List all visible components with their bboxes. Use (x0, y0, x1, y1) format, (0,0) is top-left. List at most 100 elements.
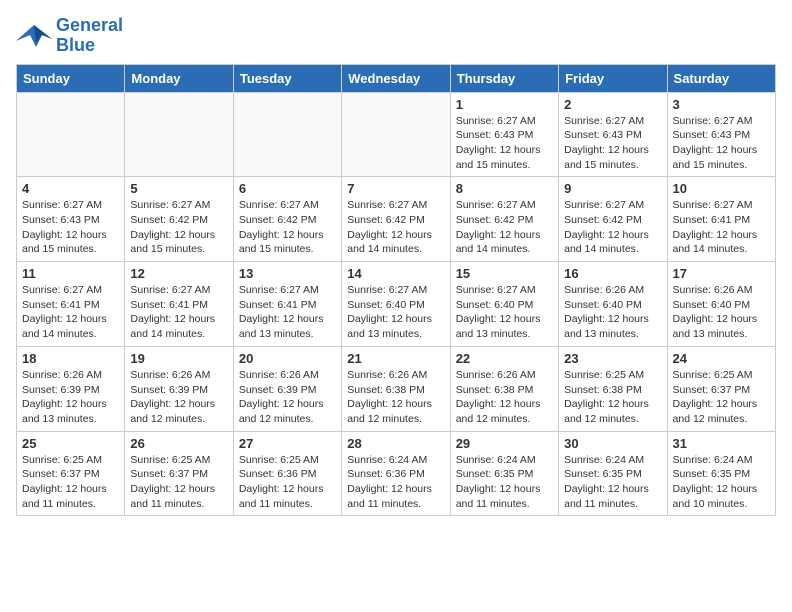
calendar-week-row-5: 25 Sunrise: 6:25 AM Sunset: 6:37 PM Dayli… (17, 431, 776, 516)
weekday-header-thursday: Thursday (450, 64, 558, 92)
logo-text: General Blue (56, 16, 123, 56)
day-number: 2 (564, 97, 661, 112)
calendar-week-row-3: 11 Sunrise: 6:27 AM Sunset: 6:41 PM Dayli… (17, 262, 776, 347)
calendar-header-row: SundayMondayTuesdayWednesdayThursdayFrid… (17, 64, 776, 92)
day-number: 18 (22, 351, 119, 366)
calendar-cell: 18Sunrise: 6:26 AM Sunset: 6:39 PM Dayli… (17, 346, 125, 431)
day-info: Sunrise: 6:26 AM Sunset: 6:40 PM Dayligh… (673, 283, 770, 342)
day-number: 13 (239, 266, 336, 281)
day-info: Sunrise: 6:26 AM Sunset: 6:40 PM Dayligh… (564, 283, 661, 342)
day-number: 24 (673, 351, 770, 366)
day-number: 28 (347, 436, 444, 451)
calendar-week-row-1: 1 Sunrise: 6:27 AM Sunset: 6:43 PM Daylig… (17, 92, 776, 177)
day-info: Sunrise: 6:27 AM Sunset: 6:42 PM Dayligh… (347, 198, 444, 257)
day-info: Sunrise: 6:24 AM Sunset: 6:35 PM Dayligh… (456, 453, 553, 512)
calendar-cell: 3 Sunrise: 6:27 AM Sunset: 6:43 PM Daylig… (667, 92, 775, 177)
day-number: 14 (347, 266, 444, 281)
day-number: 1 (456, 97, 553, 112)
day-number: 22 (456, 351, 553, 366)
day-info: Sunrise: 6:26 AM Sunset: 6:39 PM Dayligh… (130, 368, 227, 427)
day-info: Sunrise: 6:24 AM Sunset: 6:36 PM Dayligh… (347, 453, 444, 512)
day-info: Sunrise: 6:27 AM Sunset: 6:40 PM Dayligh… (347, 283, 444, 342)
weekday-header-sunday: Sunday (17, 64, 125, 92)
day-info: Sunrise: 6:25 AM Sunset: 6:37 PM Dayligh… (673, 368, 770, 427)
calendar-week-row-4: 18 Sunrise: 6:26 AM Sunset: 6:39 PM Dayli… (17, 346, 776, 431)
day-info: Sunrise: 6:26 AM Sunset: 6:38 PM Dayligh… (456, 368, 553, 427)
calendar-cell (125, 92, 233, 177)
day-info: Sunrise: 6:27 AM Sunset: 6:41 PM Dayligh… (22, 283, 119, 342)
calendar-cell: 10Sunrise: 6:27 AM Sunset: 6:41 PM Dayli… (667, 177, 775, 262)
day-number: 16 (564, 266, 661, 281)
day-number: 6 (239, 181, 336, 196)
calendar-cell: 31 Sunrise: 6:24 AM Sunset: 6:35 PM Dayli… (667, 431, 775, 516)
calendar-cell: 12Sunrise: 6:27 AM Sunset: 6:41 PM Dayli… (125, 262, 233, 347)
calendar-cell: 24 Sunrise: 6:25 AM Sunset: 6:37 PM Dayli… (667, 346, 775, 431)
calendar-cell: 13 Sunrise: 6:27 AM Sunset: 6:41 PM Dayli… (233, 262, 341, 347)
day-info: Sunrise: 6:27 AM Sunset: 6:42 PM Dayligh… (456, 198, 553, 257)
calendar-cell: 16 Sunrise: 6:26 AM Sunset: 6:40 PM Dayli… (559, 262, 667, 347)
day-info: Sunrise: 6:27 AM Sunset: 6:41 PM Dayligh… (130, 283, 227, 342)
day-info: Sunrise: 6:25 AM Sunset: 6:38 PM Dayligh… (564, 368, 661, 427)
day-info: Sunrise: 6:27 AM Sunset: 6:43 PM Dayligh… (673, 114, 770, 173)
calendar-cell: 1 Sunrise: 6:27 AM Sunset: 6:43 PM Daylig… (450, 92, 558, 177)
day-number: 31 (673, 436, 770, 451)
logo: General Blue (16, 16, 123, 56)
day-info: Sunrise: 6:27 AM Sunset: 6:42 PM Dayligh… (564, 198, 661, 257)
day-info: Sunrise: 6:27 AM Sunset: 6:43 PM Dayligh… (22, 198, 119, 257)
calendar-cell: 4 Sunrise: 6:27 AM Sunset: 6:43 PM Daylig… (17, 177, 125, 262)
calendar-cell: 5Sunrise: 6:27 AM Sunset: 6:42 PM Daylig… (125, 177, 233, 262)
calendar-cell: 25 Sunrise: 6:25 AM Sunset: 6:37 PM Dayli… (17, 431, 125, 516)
day-number: 21 (347, 351, 444, 366)
day-info: Sunrise: 6:25 AM Sunset: 6:36 PM Dayligh… (239, 453, 336, 512)
calendar-table: SundayMondayTuesdayWednesdayThursdayFrid… (16, 64, 776, 517)
day-info: Sunrise: 6:24 AM Sunset: 6:35 PM Dayligh… (564, 453, 661, 512)
day-number: 11 (22, 266, 119, 281)
calendar-cell: 15 Sunrise: 6:27 AM Sunset: 6:40 PM Dayli… (450, 262, 558, 347)
day-number: 25 (22, 436, 119, 451)
day-number: 26 (130, 436, 227, 451)
calendar-cell: 27 Sunrise: 6:25 AM Sunset: 6:36 PM Dayli… (233, 431, 341, 516)
day-info: Sunrise: 6:26 AM Sunset: 6:39 PM Dayligh… (239, 368, 336, 427)
day-info: Sunrise: 6:27 AM Sunset: 6:42 PM Dayligh… (130, 198, 227, 257)
calendar-cell: 26 Sunrise: 6:25 AM Sunset: 6:37 PM Dayli… (125, 431, 233, 516)
calendar-cell: 14 Sunrise: 6:27 AM Sunset: 6:40 PM Dayli… (342, 262, 450, 347)
calendar-cell: 6 Sunrise: 6:27 AM Sunset: 6:42 PM Daylig… (233, 177, 341, 262)
day-number: 9 (564, 181, 661, 196)
logo-icon (16, 21, 52, 51)
day-info: Sunrise: 6:25 AM Sunset: 6:37 PM Dayligh… (130, 453, 227, 512)
day-number: 7 (347, 181, 444, 196)
day-number: 27 (239, 436, 336, 451)
day-number: 4 (22, 181, 119, 196)
day-number: 20 (239, 351, 336, 366)
day-info: Sunrise: 6:27 AM Sunset: 6:40 PM Dayligh… (456, 283, 553, 342)
day-number: 19 (130, 351, 227, 366)
day-number: 3 (673, 97, 770, 112)
calendar-cell: 7 Sunrise: 6:27 AM Sunset: 6:42 PM Daylig… (342, 177, 450, 262)
weekday-header-saturday: Saturday (667, 64, 775, 92)
page-header: General Blue (16, 16, 776, 56)
day-info: Sunrise: 6:27 AM Sunset: 6:41 PM Dayligh… (239, 283, 336, 342)
calendar-cell: 2 Sunrise: 6:27 AM Sunset: 6:43 PM Daylig… (559, 92, 667, 177)
calendar-cell: 8 Sunrise: 6:27 AM Sunset: 6:42 PM Daylig… (450, 177, 558, 262)
day-number: 17 (673, 266, 770, 281)
day-info: Sunrise: 6:24 AM Sunset: 6:35 PM Dayligh… (673, 453, 770, 512)
day-info: Sunrise: 6:27 AM Sunset: 6:43 PM Dayligh… (564, 114, 661, 173)
calendar-cell: 19 Sunrise: 6:26 AM Sunset: 6:39 PM Dayli… (125, 346, 233, 431)
day-number: 8 (456, 181, 553, 196)
day-info: Sunrise: 6:27 AM Sunset: 6:42 PM Dayligh… (239, 198, 336, 257)
calendar-cell: 22 Sunrise: 6:26 AM Sunset: 6:38 PM Dayli… (450, 346, 558, 431)
calendar-cell: 28 Sunrise: 6:24 AM Sunset: 6:36 PM Dayli… (342, 431, 450, 516)
calendar-cell: 17 Sunrise: 6:26 AM Sunset: 6:40 PM Dayli… (667, 262, 775, 347)
calendar-cell: 20 Sunrise: 6:26 AM Sunset: 6:39 PM Dayli… (233, 346, 341, 431)
day-info: Sunrise: 6:27 AM Sunset: 6:43 PM Dayligh… (456, 114, 553, 173)
day-info: Sunrise: 6:27 AM Sunset: 6:41 PM Dayligh… (673, 198, 770, 257)
calendar-cell: 11 Sunrise: 6:27 AM Sunset: 6:41 PM Dayli… (17, 262, 125, 347)
day-info: Sunrise: 6:25 AM Sunset: 6:37 PM Dayligh… (22, 453, 119, 512)
calendar-cell: 21 Sunrise: 6:26 AM Sunset: 6:38 PM Dayli… (342, 346, 450, 431)
weekday-header-friday: Friday (559, 64, 667, 92)
calendar-cell (342, 92, 450, 177)
day-info: Sunrise: 6:26 AM Sunset: 6:38 PM Dayligh… (347, 368, 444, 427)
calendar-cell (233, 92, 341, 177)
day-number: 30 (564, 436, 661, 451)
day-number: 15 (456, 266, 553, 281)
